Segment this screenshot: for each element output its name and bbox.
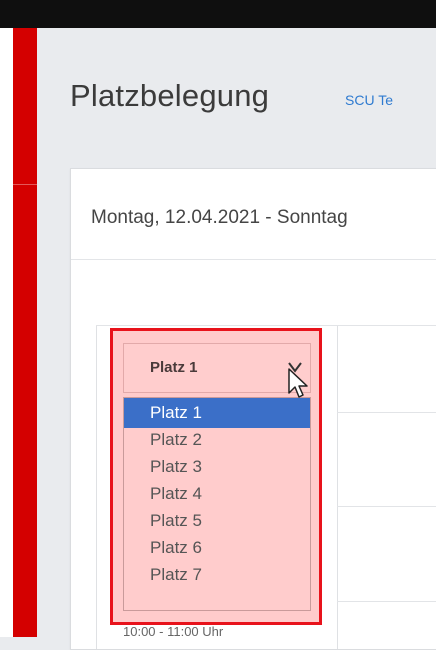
mouse-cursor-icon	[288, 368, 308, 398]
court-dropdown[interactable]: Platz 1 Platz 2 Platz 3 Platz 4 Platz 5 …	[123, 397, 311, 611]
option-platz-7[interactable]: Platz 7	[124, 560, 310, 590]
date-range: Montag, 12.04.2021 - Sonntag	[91, 207, 348, 228]
option-platz-1[interactable]: Platz 1	[124, 398, 310, 428]
club-link[interactable]: SCU Te	[345, 92, 436, 108]
sidebar-divider	[13, 184, 37, 185]
top-bar	[0, 0, 436, 28]
sidebar	[13, 28, 37, 637]
grid-line	[96, 325, 97, 649]
option-platz-3[interactable]: Platz 3	[124, 452, 310, 482]
option-platz-4[interactable]: Platz 4	[124, 479, 310, 509]
court-select-value: Platz 1	[150, 359, 198, 376]
grid-line	[96, 325, 436, 326]
option-platz-2[interactable]: Platz 2	[124, 425, 310, 455]
page-title: Platzbelegung	[70, 78, 270, 113]
court-select[interactable]: Platz 1	[123, 343, 311, 393]
grid-line	[337, 601, 436, 602]
sidebar-edge	[0, 28, 13, 637]
option-platz-6[interactable]: Platz 6	[124, 533, 310, 563]
option-platz-5[interactable]: Platz 5	[124, 506, 310, 536]
grid-line	[337, 506, 436, 507]
grid-line	[337, 412, 436, 413]
card-divider	[71, 259, 436, 260]
